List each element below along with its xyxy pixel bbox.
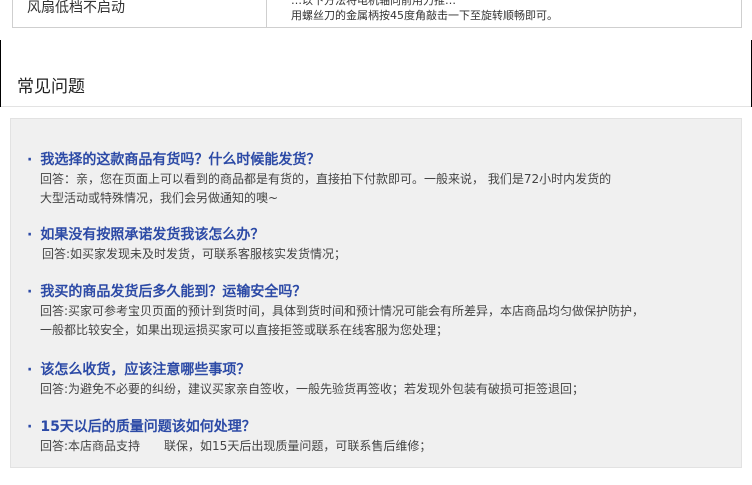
bullet-icon: · [27, 152, 33, 168]
faq-question: · 我买的商品发货后多久能到？运输安全吗？ [27, 281, 306, 301]
faq-question-text: 我买的商品发货后多久能到？运输安全吗？ [40, 284, 307, 300]
faq-answer-line: 回答:为避免不必要的纠纷，建议买家亲自签收，一般先验货再签收；若发现外包装有破损… [40, 382, 585, 396]
faq-answer-line: 回答：亲，您在页面上可以看到的商品都是有货的，直接拍下付款即可。一般来说， 我们… [40, 172, 612, 186]
spec-row-label: 风扇低档不启动 [27, 0, 125, 16]
faq-question-text: 如果没有按照承诺发货我该怎么办？ [40, 227, 265, 243]
faq-question-text: 15天以后的质量问题该如何处理？ [40, 419, 256, 435]
bullet-icon: · [27, 362, 33, 378]
faq-panel: · 我选择的这款商品有货吗？什么时候能发货？ 回答：亲，您在页面上可以看到的商品都… [10, 118, 742, 468]
faq-answer-line: 回答:如买家发现未及时发货，可联系客服核实发货情况； [42, 247, 347, 261]
faq-header: 常见问题 [0, 63, 752, 107]
bullet-icon: · [27, 227, 33, 243]
faq-answer-line: 回答:本店商品支持 联保，如15天后出现质量问题，可联系售后维修； [40, 439, 432, 453]
faq-question: · 我选择的这款商品有货吗？什么时候能发货？ [27, 149, 320, 169]
faq-title: 常见问题 [17, 77, 85, 97]
frame-edge-left [0, 40, 1, 63]
faq-divider [1, 106, 751, 107]
faq-answer-line: 大型活动或特殊情况，我们会另做通知的噢~ [40, 191, 279, 205]
spec-table-label-cell: 风扇低档不启动 [13, 0, 267, 27]
faq-answer-line: 一般都比较安全，如果出现运损买家可以直接拒签或联系在线客服为您处理； [40, 323, 449, 337]
spec-row-text: 用螺丝刀的金属柄按45度角敲击一下至旋转顺畅即可。 [291, 9, 558, 22]
spec-table-row: 风扇低档不启动 …以下方法将电机轴向前用力推… 用螺丝刀的金属柄按45度角敲击一… [12, 0, 742, 28]
faq-question-text: 我选择的这款商品有货吗？什么时候能发货？ [40, 152, 321, 168]
faq-answer-line: 回答:买家可参考宝贝页面的预计到货时间，具体到货时间和预计情况可能会有所差异，本… [40, 304, 645, 318]
faq-question: · 15天以后的质量问题该如何处理？ [27, 416, 256, 436]
faq-question-text: 该怎么收货，应该注意哪些事项？ [40, 362, 251, 378]
faq-question: · 该怎么收货，应该注意哪些事项？ [27, 359, 250, 379]
bullet-icon: · [27, 284, 33, 300]
faq-question: · 如果没有按照承诺发货我该怎么办？ [27, 224, 264, 244]
bullet-icon: · [27, 419, 33, 435]
